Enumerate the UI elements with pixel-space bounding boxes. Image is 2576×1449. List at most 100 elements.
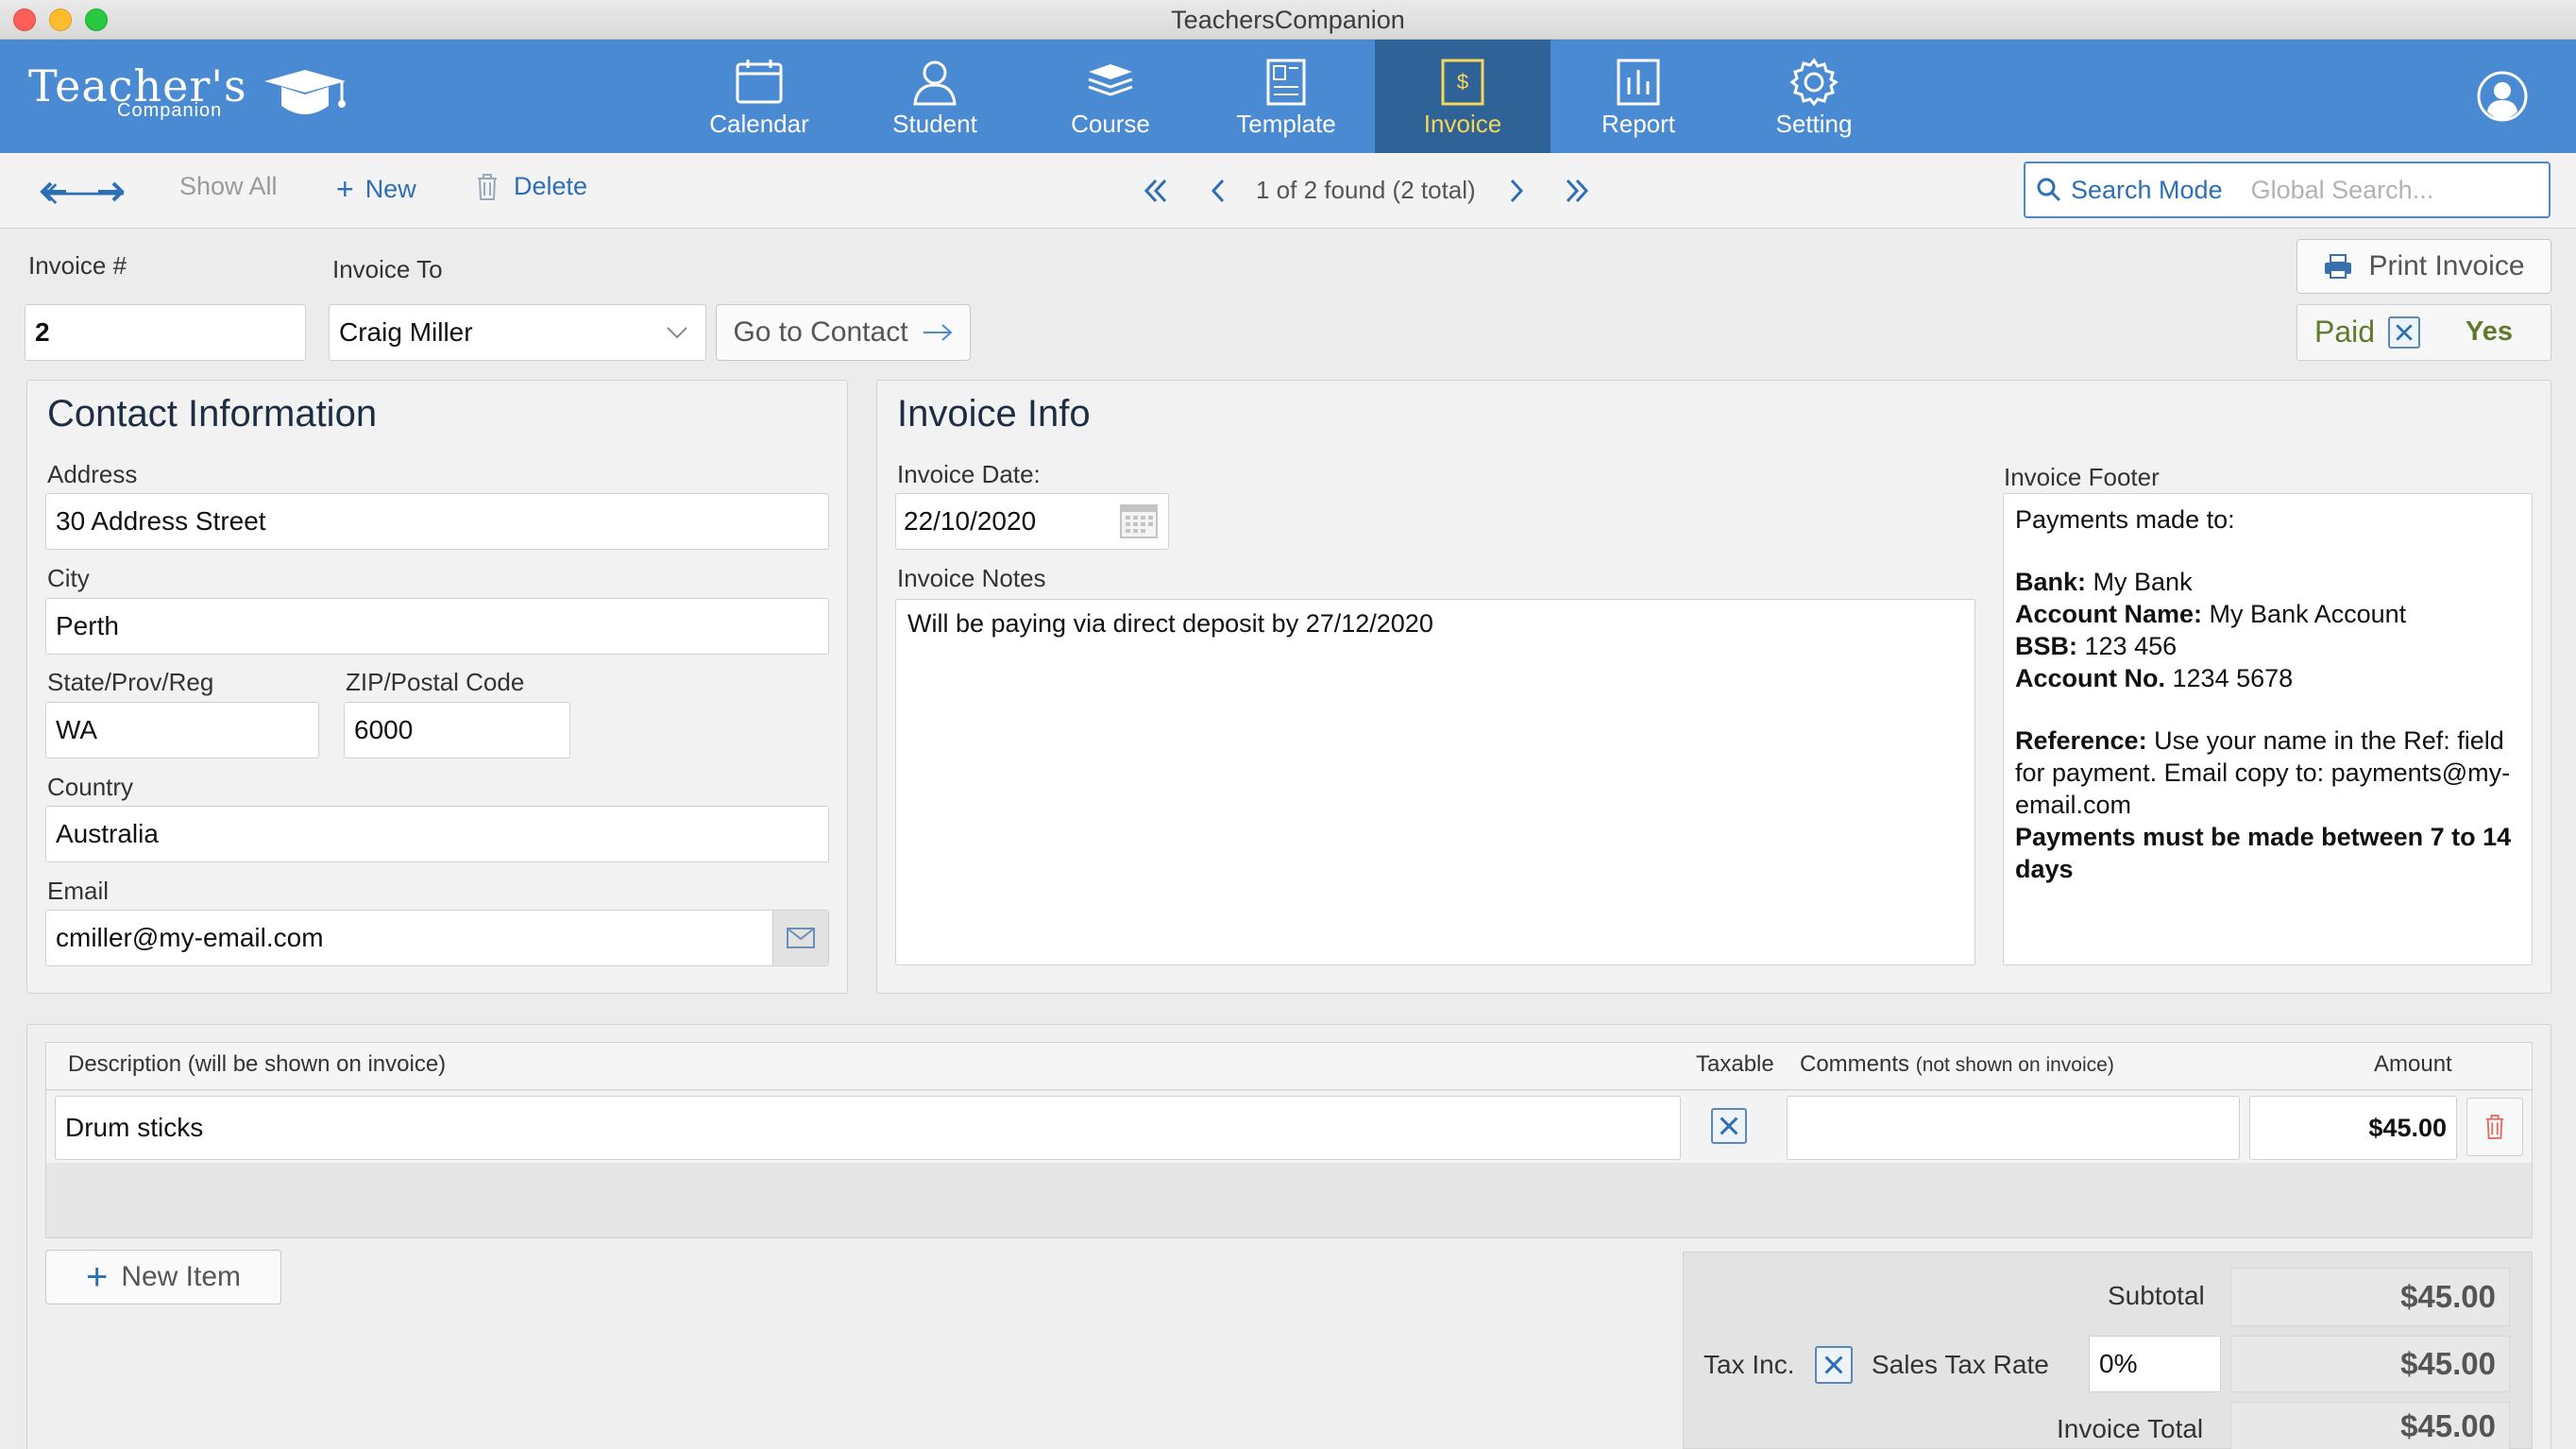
printer-icon <box>2325 254 2352 279</box>
tax-inc-label: Tax Inc. <box>1703 1350 1795 1379</box>
checked-x-icon <box>2396 324 2413 341</box>
item-comments-field[interactable] <box>1787 1096 2240 1160</box>
invoice-footer-textarea[interactable]: Payments made to: Bank: My Bank Account … <box>2003 493 2533 965</box>
state-field[interactable]: WA <box>45 702 319 759</box>
search-mode-toggle[interactable]: Search Mode <box>2071 176 2223 205</box>
footer-bank-value: My Bank <box>2093 568 2193 596</box>
invoice-info-title: Invoice Info <box>897 393 1091 435</box>
zip-label: ZIP/Postal Code <box>346 668 525 696</box>
nav-tab-report[interactable]: Report <box>1551 40 1726 153</box>
country-field[interactable]: Australia <box>45 806 829 862</box>
app-logo: Teacher's Companion <box>28 60 346 127</box>
previous-page-icon[interactable] <box>1209 178 1228 204</box>
invoice-number-field[interactable]: 2 <box>25 304 306 361</box>
delete-record-button[interactable]: Delete <box>476 172 587 201</box>
item-amount-field[interactable]: $45.00 <box>2249 1096 2457 1160</box>
invoice-footer-label: Invoice Footer <box>2004 463 2160 491</box>
invoice-to-label: Invoice To <box>332 255 443 283</box>
item-description-field[interactable]: Drum sticks <box>55 1096 1681 1160</box>
subtotal-label: Subtotal <box>2108 1281 2205 1310</box>
nav-tab-setting[interactable]: Setting <box>1726 40 1902 153</box>
footer-intro: Payments made to: <box>2015 505 2235 534</box>
course-icon <box>1088 64 1133 96</box>
logo-sub-text: Companion <box>117 100 223 121</box>
city-field[interactable]: Perth <box>45 598 829 655</box>
print-invoice-button[interactable]: Print Invoice <box>2296 239 2551 294</box>
go-to-contact-label: Go to Contact <box>733 316 908 348</box>
previous-record-arrow-icon[interactable] <box>40 180 68 203</box>
paid-status-box: Paid Yes <box>2296 304 2551 361</box>
nav-tab-course[interactable]: Course <box>1023 40 1198 153</box>
last-record-icon[interactable] <box>1564 178 1590 204</box>
checked-x-icon <box>1720 1117 1738 1135</box>
tax-inc-checkbox[interactable] <box>1815 1346 1853 1384</box>
zip-field[interactable]: 6000 <box>344 702 570 759</box>
envelope-icon <box>787 928 815 948</box>
user-account-icon[interactable] <box>2476 70 2529 123</box>
invoice-icon: $ <box>1441 59 1484 106</box>
nav-tab-calendar[interactable]: Calendar <box>671 40 847 153</box>
template-icon <box>1266 59 1306 106</box>
contact-information-title: Contact Information <box>47 393 378 435</box>
footer-bsb-label: BSB: <box>2015 632 2077 660</box>
window-title: TeachersCompanion <box>1171 6 1405 34</box>
new-item-button[interactable]: + New Item <box>45 1250 281 1304</box>
column-header-comments: Comments (not shown on invoice) <box>1800 1051 2114 1078</box>
go-to-contact-button[interactable]: Go to Contact <box>716 304 971 361</box>
invoice-number-label: Invoice # <box>28 251 127 280</box>
delete-item-button[interactable] <box>2466 1098 2523 1156</box>
calendar-picker-icon[interactable] <box>1120 504 1158 538</box>
nav-tab-label: Report <box>1601 110 1676 138</box>
gear-icon <box>1789 58 1839 107</box>
invoice-notes-label: Invoice Notes <box>897 564 1046 592</box>
invoice-notes-textarea[interactable]: Will be paying via direct deposit by 27/… <box>895 599 1975 965</box>
new-record-button[interactable]: + New <box>336 172 416 207</box>
footer-bank-label: Bank: <box>2015 568 2087 596</box>
checked-x-icon <box>1824 1355 1843 1374</box>
nav-tab-student[interactable]: Student <box>847 40 1023 153</box>
nav-tab-label: Invoice <box>1423 110 1502 138</box>
next-record-arrow-icon[interactable] <box>96 180 125 203</box>
new-record-label: New <box>364 175 416 203</box>
global-search-input[interactable] <box>2250 175 2534 205</box>
item-taxable-checkbox[interactable] <box>1711 1108 1747 1144</box>
calendar-icon <box>736 60 783 104</box>
country-label: Country <box>47 773 134 801</box>
city-label: City <box>47 564 90 592</box>
next-page-icon[interactable] <box>1507 178 1526 204</box>
nav-tab-label: Course <box>1071 110 1150 138</box>
column-header-description: Description (will be shown on invoice) <box>68 1051 447 1077</box>
footer-account-name-value: My Bank Account <box>2209 600 2407 628</box>
footer-account-no-value: 1234 5678 <box>2172 664 2294 692</box>
nav-tab-label: Template <box>1236 110 1336 138</box>
footer-reference-label: Reference: <box>2015 726 2147 755</box>
address-label: Address <box>47 460 138 488</box>
invoice-date-label: Invoice Date: <box>897 460 1041 488</box>
comments-header-note: (not shown on invoice) <box>1915 1054 2114 1076</box>
invoice-to-select[interactable]: Craig Miller <box>329 304 706 361</box>
invoice-total-label: Invoice Total <box>2057 1414 2204 1443</box>
nav-tab-invoice[interactable]: $ Invoice <box>1375 40 1551 153</box>
first-record-icon[interactable] <box>1143 178 1169 204</box>
paid-checkbox[interactable] <box>2388 316 2420 349</box>
arrow-right-icon <box>923 324 953 341</box>
state-label: State/Prov/Reg <box>47 668 214 696</box>
trash-icon <box>2485 1115 2504 1139</box>
show-all-button[interactable]: Show All <box>179 172 278 201</box>
send-email-button[interactable] <box>772 911 828 965</box>
email-field[interactable]: cmiller@my-email.com <box>45 910 829 966</box>
footer-terms: Payments must be made between 7 to 14 da… <box>2015 823 2512 883</box>
column-header-taxable: Taxable <box>1696 1051 1774 1077</box>
sales-tax-rate-field[interactable]: 0% <box>2089 1336 2221 1392</box>
search-icon <box>2037 178 2061 202</box>
print-invoice-label: Print Invoice <box>2368 250 2525 281</box>
column-header-amount: Amount <box>2374 1051 2452 1077</box>
comments-header-text: Comments <box>1800 1051 1910 1077</box>
global-search-box[interactable]: Search Mode <box>2024 162 2551 218</box>
address-field[interactable]: 30 Address Street <box>45 493 829 550</box>
nav-tab-label: Calendar <box>709 110 809 138</box>
delete-record-label: Delete <box>514 172 588 200</box>
nav-tab-label: Setting <box>1775 110 1853 138</box>
nav-tab-template[interactable]: Template <box>1198 40 1374 153</box>
invoice-to-value: Craig Miller <box>339 317 473 347</box>
